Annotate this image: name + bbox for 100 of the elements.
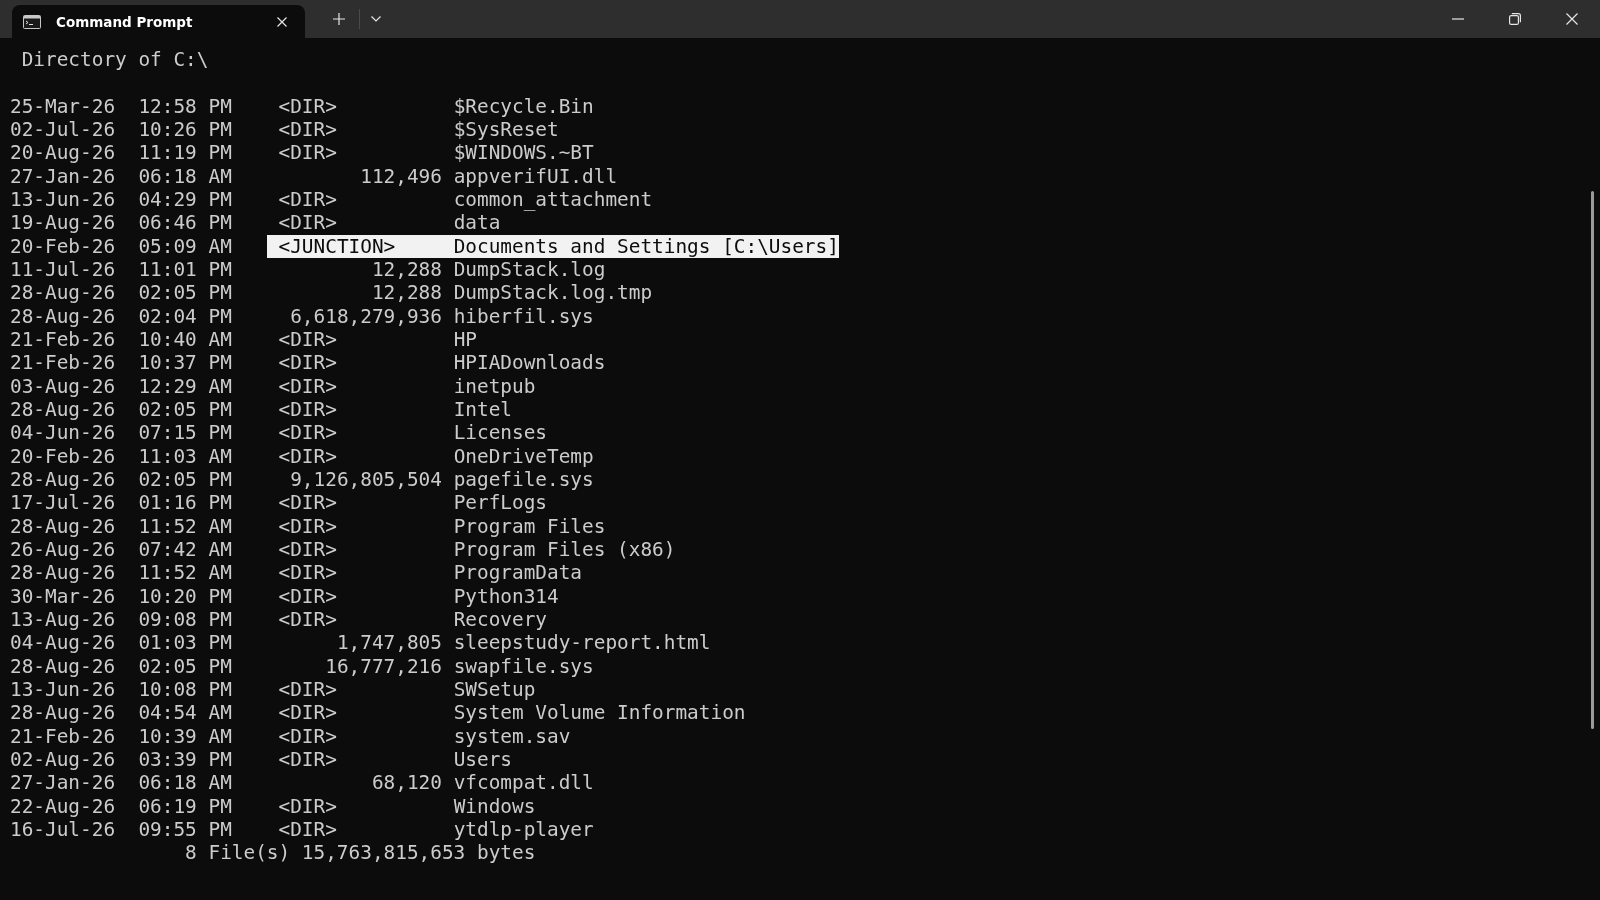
file-time: 06:18 AM bbox=[138, 771, 232, 795]
file-time: 02:05 PM bbox=[138, 467, 232, 492]
file-date: 30-Mar-26 bbox=[10, 584, 116, 608]
file-date: 21-Feb-26 bbox=[10, 327, 116, 352]
file-date: 21-Feb-26 bbox=[10, 351, 116, 375]
file-date: 21-Feb-26 bbox=[10, 724, 116, 748]
file-time: 03:39 PM bbox=[138, 747, 232, 772]
file-name: $SysReset bbox=[453, 118, 559, 142]
file-date: 27-Jan-26 bbox=[10, 771, 116, 795]
file-date: 16-Jul-26 bbox=[10, 817, 116, 842]
scrollbar-thumb[interactable] bbox=[1591, 191, 1594, 729]
dir-tag: <DIR> bbox=[278, 351, 337, 375]
dir-tag: <DIR> bbox=[278, 817, 337, 842]
file-name: Licenses bbox=[453, 421, 548, 445]
file-name: HP bbox=[453, 327, 477, 352]
file-size: 6,618,279,936 bbox=[290, 304, 442, 328]
directory-heading: Directory of C:\ bbox=[21, 48, 209, 72]
file-name: sleepstudy-report.html bbox=[453, 631, 711, 655]
dir-tag: <DIR> bbox=[278, 94, 337, 118]
file-date: 28-Aug-26 bbox=[10, 701, 116, 725]
file-name: Program Files bbox=[453, 514, 606, 538]
dir-tag: <DIR> bbox=[278, 141, 337, 165]
dir-tag: <DIR> bbox=[278, 584, 337, 608]
file-name: hiberfil.sys bbox=[453, 304, 594, 328]
file-time: 04:54 AM bbox=[138, 701, 232, 725]
file-time: 01:16 PM bbox=[138, 491, 232, 515]
dir-tag: <DIR> bbox=[278, 374, 337, 398]
dir-tag: <DIR> bbox=[278, 701, 337, 725]
file-time: 09:55 PM bbox=[138, 817, 232, 842]
file-date: 13-Jun-26 bbox=[10, 187, 116, 212]
dir-tag: <DIR> bbox=[278, 677, 337, 702]
file-time: 10:26 PM bbox=[138, 118, 232, 142]
file-date: 22-Aug-26 bbox=[10, 794, 116, 818]
summary-line: 8 File(s) 15,763,815,653 bytes bbox=[185, 841, 536, 865]
file-date: 04-Jun-26 bbox=[10, 421, 116, 445]
file-date: 20-Feb-26 bbox=[10, 444, 116, 468]
file-name: Users bbox=[453, 747, 512, 772]
chevron-down-icon bbox=[371, 16, 381, 22]
minimize-icon bbox=[1451, 18, 1464, 20]
file-time: 12:29 AM bbox=[138, 374, 232, 398]
file-date: 04-Aug-26 bbox=[10, 631, 116, 655]
file-name: Documents and Settings [C:\Users] bbox=[453, 234, 839, 258]
file-time: 02:04 PM bbox=[138, 304, 232, 328]
file-time: 02:05 PM bbox=[138, 654, 232, 678]
file-date: 20-Aug-26 bbox=[10, 141, 116, 165]
file-name: PerfLogs bbox=[453, 491, 548, 515]
file-time: 04:29 PM bbox=[138, 187, 232, 212]
file-name: SWSetup bbox=[453, 677, 536, 702]
file-size: 112,496 bbox=[360, 164, 442, 188]
plus-icon bbox=[333, 13, 345, 25]
file-time: 06:18 AM bbox=[138, 164, 232, 188]
dir-tag: <DIR> bbox=[278, 724, 337, 748]
file-name: pagefile.sys bbox=[453, 467, 594, 492]
file-date: 13-Aug-26 bbox=[10, 607, 116, 632]
file-date: 25-Mar-26 bbox=[10, 94, 116, 118]
file-date: 02-Jul-26 bbox=[10, 118, 116, 142]
file-size: 16,777,216 bbox=[325, 654, 442, 678]
file-date: 13-Jun-26 bbox=[10, 677, 116, 702]
file-name: common_attachment bbox=[453, 187, 653, 212]
dir-tag: <DIR> bbox=[278, 444, 337, 468]
file-time: 07:15 PM bbox=[138, 421, 232, 445]
file-date: 28-Aug-26 bbox=[10, 514, 116, 538]
file-time: 05:09 AM bbox=[138, 234, 232, 258]
file-name: Intel bbox=[453, 397, 512, 422]
file-name: DumpStack.log bbox=[453, 257, 606, 282]
file-name: data bbox=[453, 211, 501, 235]
file-time: 11:03 AM bbox=[138, 444, 232, 468]
dir-tag: <DIR> bbox=[278, 118, 337, 142]
file-name: ytdlp-player bbox=[453, 817, 594, 842]
file-time: 10:08 PM bbox=[138, 677, 232, 702]
file-time: 10:40 AM bbox=[138, 327, 232, 352]
file-name: swapfile.sys bbox=[453, 654, 594, 678]
file-time: 11:19 PM bbox=[138, 141, 232, 165]
file-name: $Recycle.Bin bbox=[453, 94, 594, 118]
file-time: 09:08 PM bbox=[138, 607, 232, 632]
file-time: 02:05 PM bbox=[138, 397, 232, 422]
file-size: 9,126,805,504 bbox=[290, 467, 442, 492]
file-date: 28-Aug-26 bbox=[10, 304, 116, 328]
file-time: 10:20 PM bbox=[138, 584, 232, 608]
file-name: Python314 bbox=[453, 584, 559, 608]
file-time: 11:52 AM bbox=[138, 561, 232, 585]
file-name: HPIADownloads bbox=[453, 351, 606, 375]
dir-tag: <DIR> bbox=[278, 421, 337, 445]
dir-tag: <DIR> bbox=[278, 327, 337, 352]
terminal-tab[interactable]: Command Prompt bbox=[12, 5, 305, 38]
file-name: Windows bbox=[453, 794, 536, 818]
file-name: System Volume Information bbox=[453, 701, 746, 725]
file-time: 11:01 PM bbox=[138, 257, 232, 282]
file-name: DumpStack.log.tmp bbox=[453, 281, 653, 305]
file-time: 02:05 PM bbox=[138, 281, 232, 305]
file-date: 17-Jul-26 bbox=[10, 491, 116, 515]
dir-tag: <DIR> bbox=[278, 491, 337, 515]
file-name: vfcompat.dll bbox=[453, 771, 594, 795]
dir-tag: <DIR> bbox=[278, 211, 337, 235]
dir-tag: <DIR> bbox=[278, 794, 337, 818]
file-time: 06:19 PM bbox=[138, 794, 232, 818]
file-date: 27-Jan-26 bbox=[10, 164, 116, 188]
file-size: 68,120 bbox=[371, 771, 442, 795]
dir-tag: <DIR> bbox=[278, 607, 337, 632]
dir-tag: <DIR> bbox=[278, 537, 337, 562]
